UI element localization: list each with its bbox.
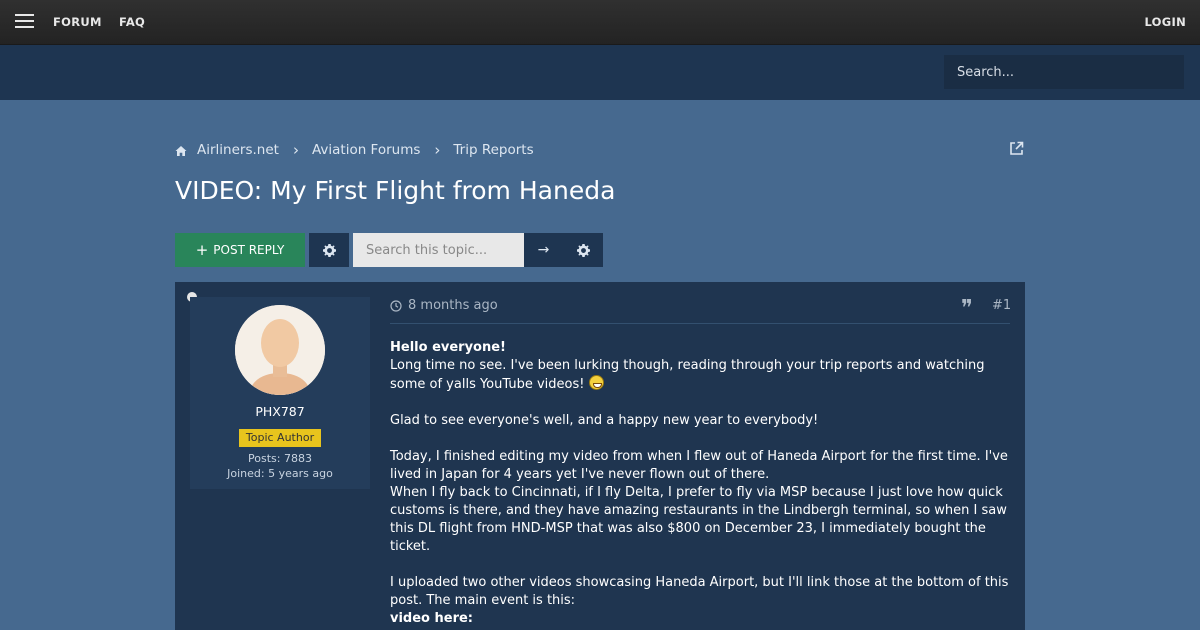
breadcrumb-trip-reports[interactable]: Trip Reports: [453, 142, 533, 158]
login-link[interactable]: LOGIN: [1144, 0, 1186, 45]
menu-icon[interactable]: [15, 14, 34, 30]
divider: [390, 323, 1010, 324]
post-paragraph: When I fly back to Cincinnati, if I fly …: [390, 485, 1007, 554]
clock-icon: [390, 299, 402, 312]
post-paragraph: Glad to see everyone's well, and a happy…: [390, 413, 819, 428]
post-paragraph: Today, I finished editing my video from …: [390, 449, 1008, 482]
breadcrumb-aviation-forums[interactable]: Aviation Forums: [312, 142, 420, 158]
nav-forum[interactable]: FORUM: [53, 0, 102, 45]
chevron-right-icon: ›: [434, 141, 441, 159]
author-profile: PHX787 Topic Author Posts: 7883 Joined: …: [190, 297, 370, 489]
plus-icon: +: [195, 241, 209, 259]
post-paragraph: Long time no see. I've been lurking thou…: [390, 358, 985, 392]
nav-faq[interactable]: FAQ: [119, 0, 145, 45]
quote-icon[interactable]: ❞: [961, 298, 973, 320]
post-timestamp: 8 months ago: [390, 298, 498, 313]
top-navbar: FORUM FAQ LOGIN: [0, 0, 1200, 45]
author-posts-count: Posts: 7883: [248, 452, 312, 465]
topic-search-submit-button[interactable]: →: [524, 233, 563, 267]
breadcrumb-airliners[interactable]: Airliners.net: [197, 142, 279, 158]
gear-icon: [576, 243, 590, 257]
post-paragraph: I uploaded two other videos showcasing H…: [390, 575, 1009, 608]
laughing-emoji-icon: [588, 375, 604, 390]
author-username[interactable]: PHX787: [190, 404, 370, 419]
post-reply-label: POST REPLY: [213, 243, 285, 257]
page-title: VIDEO: My First Flight from Haneda: [175, 176, 616, 205]
post-content: Hello everyone! Long time no see. I've b…: [390, 339, 1015, 628]
topic-tools-button[interactable]: [309, 233, 349, 267]
search-options-button[interactable]: [563, 233, 603, 267]
post-greeting: Hello everyone!: [390, 340, 506, 355]
external-link-icon[interactable]: [1009, 141, 1024, 156]
post: PHX787 Topic Author Posts: 7883 Joined: …: [175, 282, 1025, 630]
sub-header: [0, 45, 1200, 100]
post-reply-button[interactable]: + POST REPLY: [175, 233, 305, 267]
author-joined: Joined: 5 years ago: [227, 467, 333, 480]
avatar-placeholder-icon: [235, 305, 325, 395]
gear-icon: [322, 243, 336, 257]
topic-actions: + POST REPLY →: [175, 233, 603, 267]
avatar[interactable]: [235, 305, 325, 395]
chevron-right-icon: ›: [292, 141, 299, 159]
arrow-right-icon: →: [537, 242, 550, 258]
home-icon[interactable]: [175, 145, 187, 157]
post-number-link[interactable]: #1: [992, 298, 1011, 313]
post-time: 8 months ago: [408, 298, 498, 313]
topic-search-input[interactable]: [353, 233, 524, 267]
video-label: video here:: [390, 611, 474, 626]
breadcrumb: Airliners.net › Aviation Forums › Trip R…: [175, 140, 534, 160]
topic-author-badge: Topic Author: [239, 429, 321, 447]
site-search-input[interactable]: [944, 55, 1184, 89]
